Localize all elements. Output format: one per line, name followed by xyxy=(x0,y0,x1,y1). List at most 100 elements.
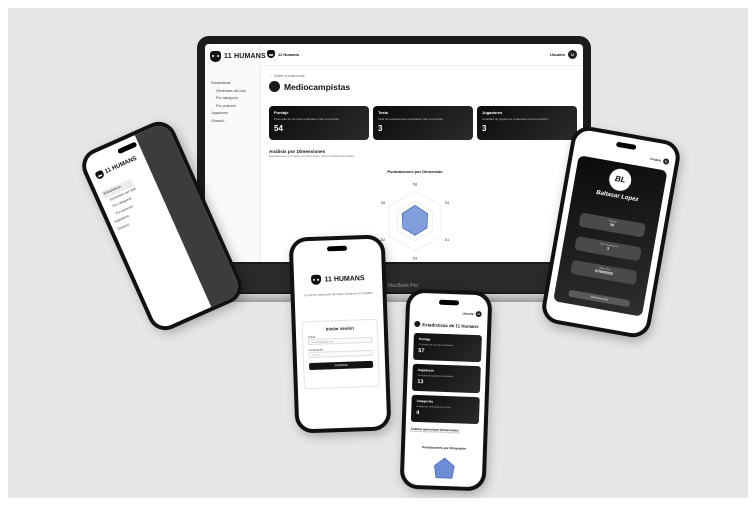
card-value: 3 xyxy=(378,124,383,133)
dynamic-island xyxy=(615,141,637,151)
sidebar-item-posicion[interactable]: Por posición xyxy=(211,103,246,111)
main-content: ← Volver a posiciones Mediocampistas Pun… xyxy=(269,74,579,262)
card-title: Puntaje xyxy=(418,337,431,342)
user-name: Usuario xyxy=(550,52,565,57)
card-tests: Tests Total de evaluaciones realizadas p… xyxy=(373,106,473,140)
radar-area xyxy=(401,204,428,236)
tagline: El primer explorador de datos humanos en… xyxy=(304,290,373,298)
menu-brand: 11 HUMANS xyxy=(94,155,139,181)
card-puntaje: Puntaje Promedio de los tests realizados… xyxy=(269,106,369,140)
brand-name: 11 HUMANS xyxy=(324,274,365,284)
radar-value-label: 58 xyxy=(413,182,418,187)
manage-tests-button[interactable]: Gestionar tests xyxy=(568,289,631,308)
card-title: Jugadores xyxy=(417,368,434,373)
sidebar-item-categoria[interactable]: Por categoría xyxy=(211,95,246,103)
section-subtitle: Evaluaciones promedio por dimensión para… xyxy=(269,154,354,158)
topbar: 11 Humans Usuario U xyxy=(261,44,583,66)
card-desc: Cantidad de jugadores evaluados para la … xyxy=(482,117,549,121)
position-icon xyxy=(269,81,280,92)
laptop-model-label: MacBook Pro xyxy=(388,283,419,289)
mascot-logo-icon xyxy=(311,274,322,285)
mascot-logo-icon xyxy=(210,51,221,62)
stat-puntaje: Puntaje 50 xyxy=(578,212,646,238)
stage: 11 HUMANS Estadísticas Generales del clu… xyxy=(0,0,756,506)
card-title: Puntaje xyxy=(274,110,289,115)
sidebar-item-glosario[interactable]: Glosario xyxy=(211,118,246,126)
card-title: Jugadores xyxy=(482,110,503,115)
phone-screen: 11 HUMANS El primer explorador de datos … xyxy=(292,238,388,430)
page-title-row: Estadísticas de 11 Humans xyxy=(414,320,479,329)
user-name: Usuario xyxy=(649,156,662,163)
section-subtitle: Evaluaciones promedio por dimensión para… xyxy=(410,430,460,435)
card-desc: Total de evaluaciones realizadas para la… xyxy=(378,117,444,121)
user-menu[interactable]: Usuario U xyxy=(650,156,670,165)
card-value: 13 xyxy=(417,378,424,386)
mockup-backdrop: 11 HUMANS Estadísticas Generales del clu… xyxy=(8,8,748,498)
dynamic-island xyxy=(326,245,348,252)
card-desc: Promedio de los tests realizados para la… xyxy=(274,117,340,121)
avatar[interactable]: U xyxy=(662,158,670,165)
analysis-section: Análisis por Dimensiones Evaluaciones pr… xyxy=(269,149,354,158)
login-brand: 11 HUMANS xyxy=(294,273,382,286)
card-desc: Cantidad de jugadores evaluados xyxy=(417,373,454,379)
topbar-brand-label: 11 Humans xyxy=(278,51,300,57)
radar-area xyxy=(434,457,455,479)
card-jugadores: Jugadores Cantidad de jugadores evaluado… xyxy=(411,363,481,394)
stat-tests: Tests Realizados 3 xyxy=(574,236,642,262)
laptop-screen: 11 HUMANS Estadísticas Generales del clu… xyxy=(205,44,583,262)
page-title: Estadísticas de 11 Humans xyxy=(422,321,479,329)
brand-name: 11 HUMANS xyxy=(224,53,266,60)
player-avatar: BL xyxy=(607,167,633,193)
user-name: Usuario xyxy=(462,311,474,316)
summary-cards: Puntaje Promedio de los tests realizados… xyxy=(269,106,577,140)
phone-login: 11 HUMANS El primer explorador de datos … xyxy=(288,234,392,434)
back-link[interactable]: ← Volver a posiciones xyxy=(269,74,579,78)
brand-name: 11 HUMANS xyxy=(104,155,138,176)
form-title: Iniciar sesión xyxy=(325,325,354,332)
sidebar-nav: Estadísticas Generales del club Por cate… xyxy=(211,80,246,125)
radar-title: Puntuaciones por Dimensión xyxy=(421,445,467,451)
card-jugadores: Jugadores Cantidad de jugadores evaluado… xyxy=(477,106,577,140)
sidebar-logo[interactable]: 11 HUMANS xyxy=(210,51,266,62)
radar-value-label: 53 xyxy=(413,256,418,261)
card-value: 57 xyxy=(418,348,425,355)
radar-value-label: 55 xyxy=(381,200,386,205)
continue-button[interactable]: Continuar xyxy=(308,360,374,371)
radar-value-label: 54 xyxy=(445,200,450,205)
radar-chart-mini xyxy=(434,457,455,479)
email-field[interactable]: usuario@gmail.com xyxy=(308,336,373,346)
card-title: Categorías xyxy=(416,398,434,404)
dynamic-island xyxy=(438,299,460,306)
mascot-logo-icon xyxy=(94,169,106,181)
card-desc: Categorías evaluadas en el club xyxy=(416,404,451,410)
card-value: 3 xyxy=(482,124,487,133)
card-desc: Promedio de los tests realizados xyxy=(418,343,454,348)
card-value: 4 xyxy=(416,409,420,417)
sidebar-item-generales[interactable]: Generales del club xyxy=(211,88,246,96)
user-menu[interactable]: Usuario U xyxy=(550,50,577,59)
phone-topbar: Usuario U xyxy=(416,309,482,319)
laptop: 11 HUMANS Estadísticas Generales del clu… xyxy=(197,36,591,298)
stats-icon xyxy=(414,320,421,328)
menu-nav: Estadísticas Generales del club Por cate… xyxy=(100,178,150,233)
analysis-section: Análisis general por Dimensiones Evaluac… xyxy=(410,427,459,435)
card-categorias: Categorías Categorías evaluadas en el cl… xyxy=(410,394,480,425)
page-title: Mediocampistas xyxy=(284,81,351,92)
phone-stats: Usuario U Estadísticas de 11 Humans Punt… xyxy=(399,288,493,492)
sidebar-item-jugadores[interactable]: Jugadores xyxy=(211,110,246,118)
mascot-icon xyxy=(267,50,275,58)
card-title: Tests xyxy=(378,110,389,115)
card-puntaje: Puntaje Promedio de los tests realizados… xyxy=(413,332,482,363)
user-menu[interactable]: Usuario U xyxy=(462,310,482,318)
topbar-brand: 11 Humans xyxy=(267,50,299,58)
avatar[interactable]: U xyxy=(475,310,482,318)
page-title-row: Mediocampistas xyxy=(269,81,350,92)
login-form: Iniciar sesión Email usuario@gmail.com C… xyxy=(301,318,380,390)
radar-value-label: 51 xyxy=(445,237,450,242)
player-card: BL Baltasar Lopez Puntaje 50 Tests Reali… xyxy=(553,155,668,317)
phone-screen: Usuario U Estadísticas de 11 Humans Punt… xyxy=(403,292,489,488)
card-value: 54 xyxy=(274,124,283,133)
avatar[interactable]: U xyxy=(568,50,577,59)
stat-ultimo-test: Último Test 07/04/2025 xyxy=(570,259,638,286)
sidebar-item-estadisticas[interactable]: Estadísticas xyxy=(211,80,246,88)
